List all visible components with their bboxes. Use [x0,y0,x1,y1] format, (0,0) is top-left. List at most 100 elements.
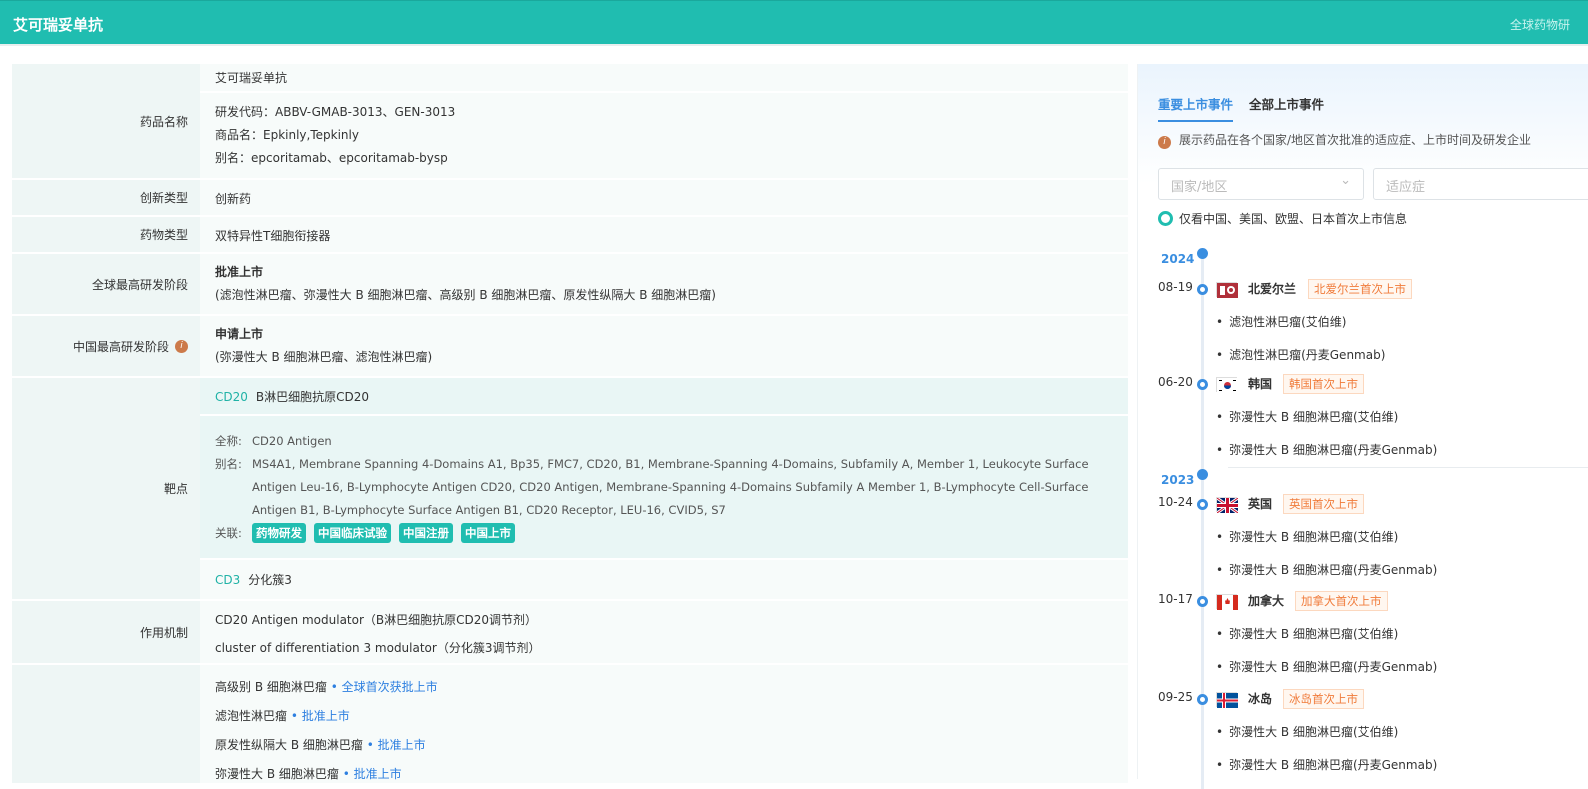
indication-input[interactable]: 适应症 [1373,168,1588,200]
flag-icon [1216,496,1239,515]
event-indication[interactable]: • 弥漫性大 B 细胞淋巴瘤(丹麦Genmab) [1216,658,1437,675]
full-name: CD20 Antigen [252,434,332,448]
event-indication[interactable]: • 弥漫性大 B 细胞淋巴瘤(丹麦Genmab) [1216,441,1437,458]
flag-icon [1216,594,1238,610]
event-date: 08-19 [1158,280,1193,294]
event-indication[interactable]: • 弥漫性大 B 细胞淋巴瘤(丹麦Genmab) [1216,756,1437,773]
timeline-dot [1197,694,1208,705]
key: 关联: [215,526,242,540]
divider [1228,467,1588,468]
country-select[interactable]: 国家/地区 ⌄ [1158,168,1364,200]
row-china-phase: 中国最高研发阶段 i 申请上市 (弥漫性大 B 细胞淋巴瘤、滤泡性淋巴瘤) [12,316,1128,378]
target-code[interactable]: CD20 [215,390,248,404]
event-indication[interactable]: • 滤泡性淋巴瘤(艾伯维) [1216,313,1346,330]
timeline-year: 2023 [1161,473,1195,487]
tag-china-registration[interactable]: 中国注册 [399,523,453,543]
event-indication[interactable]: • 滤泡性淋巴瘤(丹麦Genmab) [1216,346,1385,363]
event-date: 06-20 [1158,375,1193,389]
mechanism-item: CD20 Antigen modulator（B淋巴细胞抗原CD20调节剂） [215,613,538,627]
target-code[interactable]: CD3 [215,573,240,587]
flag-icon [1216,282,1238,298]
status-link[interactable]: • 批准上市 [367,738,426,752]
row-drug-name: 药品名称 艾可瑞妥单抗 研发代码：ABBV-GMAB-3013、GEN-3013… [12,64,1128,180]
row-target: 靶点 CD20 B淋巴细胞抗原CD20 全称: CD20 Antigen 别名: MS… [12,378,1128,601]
alias: MS4A1, Membrane Spanning 4-Domains A1, B… [252,457,1089,517]
label: 全球最高研发阶段 [12,254,200,314]
page-title: 艾可瑞妥单抗 [13,16,104,34]
tab-all-events[interactable]: 全部上市事件 [1249,94,1324,122]
info-icon[interactable]: i [175,339,188,353]
market-events-panel: 重要上市事件 全部上市事件 i 展示药品在各个国家/地区首次批准的适应症、上市时间… [1137,64,1588,789]
event-date: 10-17 [1158,592,1193,606]
mechanism-item: cluster of differentiation 3 modulator（分… [215,641,541,655]
dev-codes: 研发代码：ABBV-GMAB-3013、GEN-3013 [215,105,456,119]
label: 药物类型 [12,217,200,252]
timeline-dot [1197,379,1208,390]
first-launch-badge: 北爱尔兰首次上市 [1308,279,1412,299]
target-cd20: CD20 B淋巴细胞抗原CD20 [200,378,1128,416]
first-launch-badge: 加拿大首次上市 [1295,591,1388,611]
header: 艾可瑞妥单抗 全球药物研 [0,0,1588,44]
country-name: 加拿大 [1248,594,1285,608]
alias-names: 别名：epcoritamab、epcoritamab-bysp [215,151,448,165]
key: 全称: [215,434,242,448]
first-launch-badge: 英国首次上市 [1283,494,1364,514]
event-indication[interactable]: • 弥漫性大 B 细胞淋巴瘤(丹麦Genmab) [1216,561,1437,578]
label [12,665,200,783]
country-name: 英国 [1248,497,1273,511]
tag-china-trial[interactable]: 中国临床试验 [314,523,391,543]
label: 药品名称 [12,64,200,178]
divider [0,44,1588,46]
timeline-dot [1197,284,1208,295]
row-mechanism: 作用机制 CD20 Antigen modulator（B淋巴细胞抗原CD20调… [12,601,1128,665]
key: 别名: [215,457,242,471]
target-name: B淋巴细胞抗原CD20 [255,390,370,404]
tag-china-market[interactable]: 中国上市 [461,523,515,543]
indication-item: 高级别 B 细胞淋巴瘤 • 全球首次获批上市 [215,680,438,694]
country-name: 韩国 [1248,377,1273,391]
year-dot [1197,469,1208,480]
tab-key-events[interactable]: 重要上市事件 [1158,94,1234,122]
detail: (滤泡性淋巴瘤、弥漫性大 B 细胞淋巴瘤、高级别 B 细胞淋巴瘤、原发性纵隔大 … [215,288,716,302]
event-date: 10-24 [1158,495,1193,509]
value: 创新药 [200,180,1128,215]
flag-icon [1216,377,1238,393]
event-indication[interactable]: • 弥漫性大 B 细胞淋巴瘤(艾伯维) [1216,408,1398,425]
timeline-dot [1197,499,1208,510]
target-cd3: CD3 分化簇3 [200,558,1128,599]
row-global-phase: 全球最高研发阶段 批准上市 (滤泡性淋巴瘤、弥漫性大 B 细胞淋巴瘤、高级别 B… [12,254,1128,316]
row-drug-type: 药物类型 双特异性T细胞衔接器 [12,217,1128,254]
event-indication[interactable]: • 弥漫性大 B 细胞淋巴瘤(艾伯维) [1216,723,1398,740]
timeline-year: 2024 [1161,252,1195,266]
label: 中国最高研发阶段 [72,339,169,354]
status-link[interactable]: • 全球首次获批上市 [331,680,438,694]
value: 双特异性T细胞衔接器 [200,217,1128,252]
indication-item: 原发性纵隔大 B 细胞淋巴瘤 • 批准上市 [215,738,426,752]
timeline-line [1201,249,1204,789]
major-markets-toggle[interactable]: 仅看中国、美国、欧盟、日本首次上市信息 [1158,210,1407,227]
info-icon: i [1158,136,1171,149]
target-detail: 全称: CD20 Antigen 别名: MS4A1, Membrane Spann… [200,416,1128,558]
detail: (弥漫性大 B 细胞淋巴瘤、滤泡性淋巴瘤) [215,350,433,364]
label: 靶点 [12,378,200,599]
target-name: 分化簇3 [248,573,292,587]
event-indication[interactable]: • 弥漫性大 B 细胞淋巴瘤(艾伯维) [1216,625,1398,642]
tag-drug-rd[interactable]: 药物研发 [252,523,306,543]
tip-text: 展示药品在各个国家/地区首次批准的适应症、上市时间及研发企业 [1179,133,1532,147]
country-name: 冰岛 [1248,692,1273,706]
first-launch-badge: 冰岛首次上市 [1283,689,1364,709]
year-dot [1197,248,1208,259]
label: 作用机制 [12,601,200,663]
label: 创新类型 [12,180,200,215]
row-innovation: 创新类型 创新药 [12,180,1128,217]
stage: 申请上市 [215,327,264,341]
drug-name: 艾可瑞妥单抗 [200,64,1128,93]
event-date: 09-25 [1158,690,1193,704]
global-drug-link[interactable]: 全球药物研 [1510,16,1570,33]
event-indication[interactable]: • 弥漫性大 B 细胞淋巴瘤(艾伯维) [1216,528,1398,545]
country-name: 北爱尔兰 [1248,282,1297,296]
indication-item: 弥漫性大 B 细胞淋巴瘤 • 批准上市 [215,767,402,781]
status-link[interactable]: • 批准上市 [291,709,350,723]
first-launch-badge: 韩国首次上市 [1283,374,1364,394]
chevron-down-icon: ⌄ [1340,173,1351,188]
